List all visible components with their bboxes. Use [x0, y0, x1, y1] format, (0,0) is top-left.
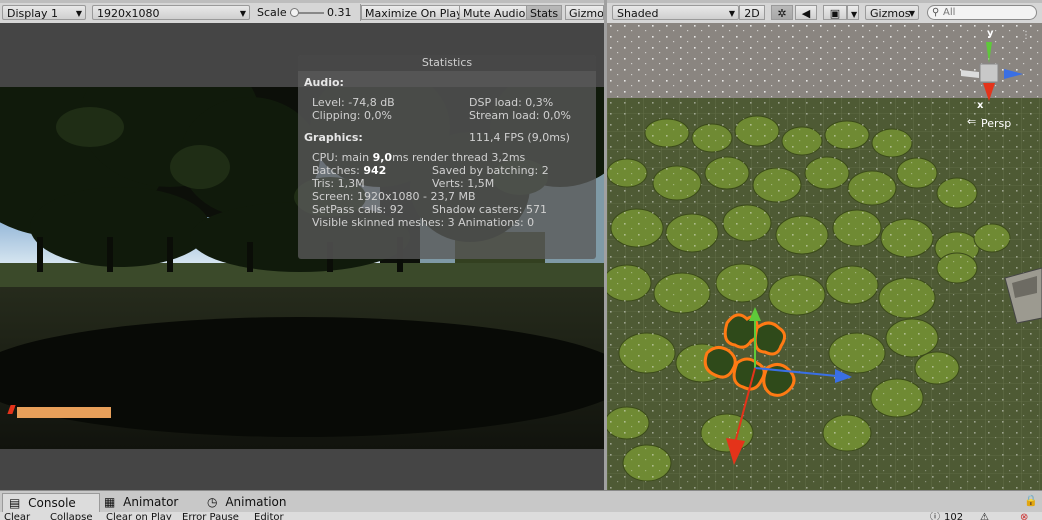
shading-dropdown[interactable]: Shaded ▼	[612, 5, 739, 20]
tab-animation[interactable]: ◷ Animation	[207, 493, 287, 511]
chevron-down-icon: ▼	[75, 9, 82, 18]
persp-arrow-icon: ⇐	[967, 115, 977, 128]
sun-icon: ✲	[777, 7, 787, 20]
animator-icon: ▦	[104, 495, 116, 509]
chevron-down-icon: ▼	[728, 9, 735, 18]
image-icon: ▣	[829, 7, 841, 20]
scale-label: Scale	[257, 6, 287, 19]
fps: 111,4 FPS (9,0ms)	[469, 131, 570, 144]
pane-menu-icon[interactable]: ⋮	[1021, 30, 1031, 41]
display-dropdown[interactable]: Display 1 ▼	[2, 5, 86, 20]
verts: Verts: 1,5M	[432, 177, 495, 190]
cpu-prefix: CPU: main	[312, 151, 373, 164]
tab-console[interactable]: ▤ Console	[2, 493, 100, 512]
stream-load: Stream load: 0,0%	[469, 109, 571, 122]
axis-x-label: x	[977, 100, 984, 111]
search-input[interactable]	[943, 6, 1031, 19]
graphics-header: Graphics:	[304, 131, 363, 144]
effects-toggle-button[interactable]: ▣	[823, 5, 847, 20]
game-view[interactable]: Statistics Audio: Level: -74,8 dB DSP lo…	[0, 23, 604, 490]
audio-header: Audio:	[304, 76, 344, 89]
dsp-load: DSP load: 0,3%	[469, 96, 554, 109]
scene-tab-strip	[607, 0, 1042, 3]
shading-label: Shaded	[617, 7, 659, 20]
tab-console-label: Console	[28, 496, 76, 510]
shadow-casters: Shadow casters: 571	[432, 203, 547, 216]
2d-toggle-button[interactable]: 2D	[739, 5, 765, 20]
tris: Tris: 1,3M	[312, 177, 365, 190]
tab-animator-label: Animator	[123, 495, 179, 509]
speaker-icon: ◀	[801, 7, 811, 20]
progress-bar	[17, 407, 111, 418]
slider-thumb[interactable]	[290, 8, 299, 17]
stats-button[interactable]: Stats	[526, 5, 563, 20]
game-tab-strip	[0, 0, 604, 3]
statistics-title: Statistics	[298, 55, 596, 71]
lighting-toggle-button[interactable]: ✲	[771, 5, 793, 20]
scene-gizmos-dropdown[interactable]: Gizmos ▼	[865, 5, 919, 20]
screen-stats: Screen: 1920x1080 - 23,7 MB	[312, 190, 476, 203]
chevron-down-icon: ▼	[239, 9, 246, 18]
gizmos-button[interactable]: Gizmos	[565, 5, 604, 20]
effects-dropdown-button[interactable]: ▼	[847, 5, 859, 20]
maximize-on-play-button[interactable]: Maximize On Play	[361, 5, 467, 20]
tab-animator[interactable]: ▦ Animator	[104, 493, 178, 511]
scene-search[interactable]: ⚲	[927, 5, 1037, 20]
persp-label[interactable]: Persp	[981, 117, 1011, 130]
visible-skinned-meshes: Visible skinned meshes: 3 Animations: 0	[312, 216, 535, 229]
batches: Batches: 942	[312, 164, 386, 177]
audio-level: Level: -74,8 dB	[312, 96, 395, 109]
axis-gizmo-icon	[961, 42, 1023, 101]
batches-value: 942	[363, 164, 387, 177]
statistics-panel: Statistics Audio: Level: -74,8 dB DSP lo…	[298, 55, 596, 259]
game-toolbar: Display 1 ▼ 1920x1080 ▼ Scale 0.31 Maxim…	[0, 0, 604, 24]
scale-slider[interactable]	[290, 8, 324, 17]
axis-y-label: y	[987, 28, 994, 39]
scale-value: 0.31	[327, 6, 352, 19]
clock-icon: ◷	[207, 495, 218, 509]
mute-audio-button[interactable]: Mute Audio	[459, 5, 530, 20]
scene-orientation-gizmo[interactable]: y x	[959, 28, 1037, 118]
cpu-suffix: ms render thread 3,2ms	[392, 151, 526, 164]
cpu-main-value: 9,0	[372, 151, 393, 164]
bottom-panel: ▤ Console ▦ Animator ◷ Animation Clear C…	[0, 490, 1042, 520]
lock-icon[interactable]: 🔒	[1024, 494, 1038, 507]
tab-animation-label: Animation	[225, 495, 287, 509]
batches-prefix: Batches:	[312, 164, 364, 177]
chevron-down-icon: ▼	[908, 9, 915, 18]
resolution-dropdown[interactable]: 1920x1080 ▼	[92, 5, 250, 20]
cpu-stats: CPU: main 9,0ms render thread 3,2ms	[312, 151, 525, 164]
scene-view[interactable]: y x ⇐ Persp ⋮	[607, 23, 1042, 490]
scene-gizmos-label: Gizmos	[870, 7, 911, 20]
setpass-calls: SetPass calls: 92	[312, 203, 404, 216]
saved-by-batching: Saved by batching: 2	[432, 164, 549, 177]
chevron-down-icon: ▼	[851, 10, 858, 19]
clipping: Clipping: 0,0%	[312, 109, 392, 122]
console-icon: ▤	[9, 496, 21, 510]
scene-toolbar: Shaded ▼ 2D ✲ ◀ ▣ ▼ Gizmos ▼ ⚲	[607, 0, 1042, 24]
search-icon: ⚲	[932, 7, 940, 18]
audio-toggle-button[interactable]: ◀	[795, 5, 817, 20]
display-label: Display 1	[7, 7, 59, 20]
resolution-label: 1920x1080	[97, 7, 160, 20]
